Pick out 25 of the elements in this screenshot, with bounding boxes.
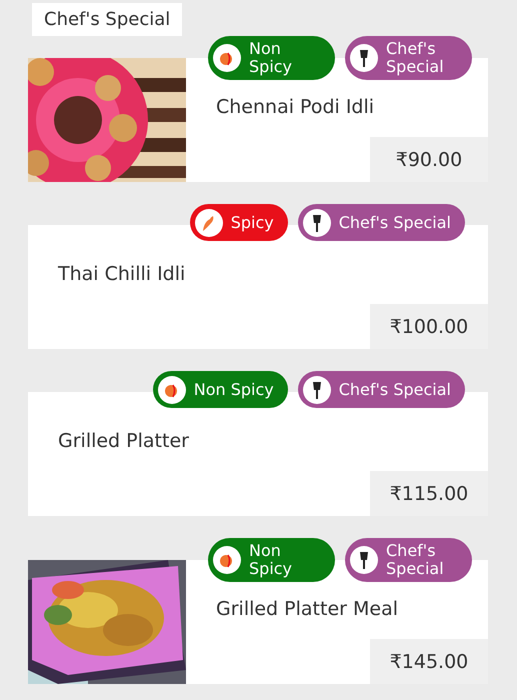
- tag-badge: Non Spicy: [208, 538, 335, 582]
- spatula-icon: [302, 208, 331, 236]
- tag-badge: Chef's Special: [298, 371, 465, 408]
- fruit-icon: [213, 546, 241, 574]
- tag-badge: Chef's Special: [345, 36, 472, 80]
- price-label: ₹100.00: [370, 304, 488, 349]
- dish-name: Thai Chilli Idli: [58, 262, 186, 286]
- dish-name: Grilled Platter Meal: [216, 597, 399, 621]
- spatula-icon: [350, 44, 378, 72]
- tag-badge: Non Spicy: [152, 371, 288, 408]
- chili-icon: [194, 208, 223, 236]
- fruit-icon: [158, 376, 186, 404]
- dish-name: Chennai Podi Idli: [216, 95, 376, 119]
- tag-badge: Spicy: [190, 204, 288, 241]
- spatula-icon: [350, 546, 378, 574]
- price-label: ₹145.00: [370, 639, 488, 684]
- price-label: ₹90.00: [370, 137, 488, 182]
- tag-badge: Chef's Special: [345, 538, 472, 582]
- tag-badge: Non Spicy: [208, 36, 335, 80]
- price-label: ₹115.00: [370, 471, 488, 516]
- dish-name: Grilled Platter: [58, 429, 190, 453]
- section-title: Chef's Special: [32, 3, 182, 36]
- tag-badge: Chef's Special: [298, 204, 465, 241]
- fruit-icon: [213, 44, 241, 72]
- spatula-icon: [302, 376, 331, 404]
